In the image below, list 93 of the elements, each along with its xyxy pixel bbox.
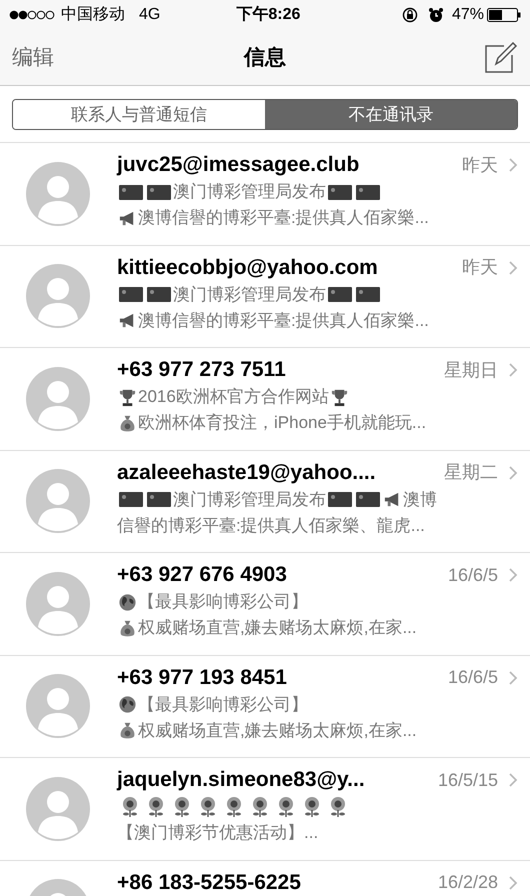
flag-icon — [147, 286, 171, 303]
sunflower-icon — [146, 796, 166, 818]
sunflower-icon — [198, 796, 218, 818]
sender-name: jaquelyn.simeone83@y... — [117, 767, 365, 794]
flag-icon — [328, 491, 352, 508]
message-time: 16/5/15 — [438, 768, 498, 792]
sunflower-icon — [250, 796, 270, 818]
sender-name: azaleeehaste19@yahoo.... — [117, 460, 376, 486]
signal-icon — [9, 10, 55, 20]
flag-icon — [356, 286, 380, 303]
chevron-icon — [508, 464, 518, 480]
sender-name: +86 183-5255-6225 — [117, 870, 301, 896]
carrier-text: 中国移动 — [61, 4, 125, 25]
compose-icon — [484, 42, 518, 74]
flag-icon — [119, 286, 143, 303]
globe-icon — [118, 695, 137, 714]
sender-name: +63 927 676 4903 — [117, 562, 287, 588]
flag-icon — [119, 184, 143, 200]
network-text: 4G — [139, 5, 160, 25]
flag-icon — [119, 491, 143, 508]
money-bag-icon — [118, 414, 137, 432]
message-time: 昨天 — [462, 256, 498, 279]
conversation-row[interactable]: azaleeehaste19@yahoo.... 星期二 澳门博彩管理局发布 澳博 信譽的博彩平臺:提供真人佰家樂、龍虎... — [0, 450, 530, 553]
message-time: 16/2/28 — [438, 871, 498, 894]
avatar-icon — [26, 572, 90, 636]
avatar-icon — [26, 469, 90, 534]
sender-name: +63 977 273 7511 — [117, 357, 286, 384]
message-preview-text: 澳博信譽的博彩平臺:提供真人佰家樂... — [138, 207, 429, 230]
flag-icon — [328, 286, 352, 303]
avatar-icon — [26, 366, 90, 431]
message-preview-text: 澳博 — [403, 488, 437, 511]
segment-tab[interactable]: 不在通讯录 — [265, 100, 517, 129]
chevron-icon — [508, 362, 518, 378]
flag-icon — [147, 491, 171, 508]
sunflower-icon — [172, 796, 192, 818]
chevron-icon — [508, 874, 518, 890]
money-bag-icon — [118, 618, 137, 638]
avatar-icon — [26, 264, 90, 328]
edit-button[interactable]: 编辑 — [12, 42, 72, 74]
chevron-icon — [508, 157, 518, 173]
avatar-icon — [26, 162, 90, 226]
conversation-row[interactable]: jaquelyn.simeone83@y... 16/5/15 【澳门博彩节优惠活动】... — [0, 758, 530, 860]
rotation-lock-icon — [402, 7, 418, 23]
message-time: 16/6/5 — [448, 666, 498, 689]
message-preview-text: 【最具影响博彩公司】 — [138, 591, 308, 614]
conversation-row[interactable]: kittieecobbjo@yahoo.com 昨天 澳门博彩管理局发布 澳博信譽的博彩平臺:提供真人佰家樂... — [0, 246, 530, 348]
message-preview-text: 澳门博彩管理局发布 — [173, 181, 326, 204]
trophy-icon — [330, 388, 349, 406]
message-preview-text: 【澳门博彩节优惠活动】... — [117, 822, 318, 844]
message-preview-text: 澳门博彩管理局发布 — [173, 488, 326, 511]
avatar-icon — [26, 674, 90, 738]
flag-icon — [356, 184, 380, 200]
flag-icon — [328, 184, 352, 200]
battery-icon — [487, 8, 521, 22]
avatar-icon — [26, 776, 90, 841]
message-preview-text: 信譽的博彩平臺:提供真人佰家樂、龍虎... — [117, 514, 425, 537]
trophy-icon — [118, 388, 137, 406]
sunflower-icon — [302, 796, 322, 818]
sender-name: +63 977 193 8451 — [117, 664, 287, 691]
battery-percent-text: 47% — [452, 5, 484, 25]
sunflower-icon — [276, 796, 296, 818]
chevron-icon — [508, 260, 518, 276]
message-time: 星期日 — [444, 358, 498, 382]
sender-name: juvc25@imessagee.club — [117, 152, 360, 178]
message-preview-text: 澳博信譽的博彩平臺:提供真人佰家樂... — [138, 310, 429, 332]
chevron-icon — [508, 567, 518, 583]
flag-icon — [147, 184, 171, 200]
message-time: 星期二 — [444, 461, 498, 484]
flag-icon — [356, 491, 380, 508]
message-preview-text: 权威赌场直营,嫌去赌场太麻烦,在家... — [138, 617, 417, 640]
conversation-row[interactable]: juvc25@imessagee.club 昨天 澳门博彩管理局发布 澳博信譽的博彩平臺:提供真人佰家樂... — [0, 143, 530, 246]
message-time: 昨天 — [462, 154, 498, 176]
message-preview-text: 澳门博彩管理局发布 — [173, 284, 326, 306]
sunflower-icon — [120, 796, 140, 818]
alarm-icon — [428, 7, 444, 23]
sender-name: kittieecobbjo@yahoo.com — [117, 254, 378, 281]
message-preview-text: 欧洲杯体育投注，iPhone手机就能玩... — [138, 412, 426, 434]
money-bag-icon — [118, 721, 137, 740]
conversation-row[interactable]: +86 183-5255-6225 16/2/28 — [0, 860, 530, 896]
chevron-icon — [508, 772, 518, 788]
nav-title: 信息 — [244, 44, 286, 71]
clock-text: 下午8:26 — [236, 4, 300, 25]
conversation-row[interactable]: +63 927 676 4903 16/6/5 【最具影响博彩公司】 权威赌场直营,嫌去赌场太麻烦,在家... — [0, 553, 530, 656]
message-time: 16/6/5 — [448, 564, 498, 586]
message-preview-text: 2016欧洲杯官方合作网站 — [138, 386, 329, 408]
message-preview-text: 权威赌场直营,嫌去赌场太麻烦,在家... — [138, 720, 417, 742]
sunflower-icon — [224, 796, 244, 818]
sunflower-icon — [328, 796, 348, 818]
conversation-row[interactable]: +63 977 193 8451 16/6/5 【最具影响博彩公司】 权威赌场直营,嫌去赌场太麻烦,在家... — [0, 656, 530, 758]
chevron-icon — [508, 670, 518, 686]
globe-icon — [118, 592, 137, 612]
message-preview-text: 【最具影响博彩公司】 — [138, 694, 308, 716]
conversation-row[interactable]: +63 977 273 7511 星期日 2016欧洲杯官方合作网站 欧洲杯体育投注，iPhone手机就能玩... — [0, 348, 530, 450]
